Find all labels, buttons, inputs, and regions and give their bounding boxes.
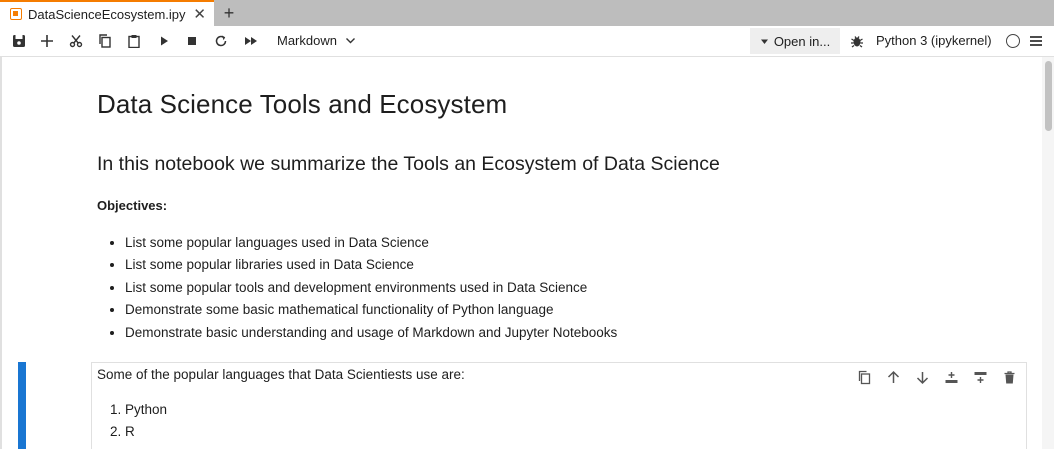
cell-toolbar	[854, 367, 1024, 387]
list-item: R	[125, 423, 167, 445]
notebook-panel: Data Science Tools and Ecosystem In this…	[0, 57, 1054, 449]
move-up-icon[interactable]	[883, 367, 903, 387]
active-cell-indicator[interactable]	[18, 362, 26, 449]
move-down-icon[interactable]	[912, 367, 932, 387]
notebook-title: Data Science Tools and Ecosystem	[97, 89, 508, 119]
languages-list: Python R	[125, 401, 167, 446]
scrollbar-thumb[interactable]	[1045, 61, 1052, 131]
cell-text: Some of the popular languages that Data …	[97, 367, 465, 382]
restart-icon[interactable]	[212, 32, 230, 50]
stop-icon[interactable]	[183, 32, 201, 50]
list-item: Python	[125, 401, 167, 423]
add-cell-icon[interactable]	[38, 32, 56, 50]
debugger-icon[interactable]	[848, 32, 866, 50]
list-item: Demonstrate basic understanding and usag…	[125, 324, 617, 346]
cell-type-label: Markdown	[277, 33, 337, 48]
caret-down-icon	[760, 39, 768, 44]
save-icon[interactable]	[10, 32, 28, 50]
new-tab-button[interactable]: +	[218, 2, 240, 24]
objectives-list: List some popular languages used in Data…	[125, 234, 617, 346]
notebook-toolbar: Markdown Open in... Python 3 (ipykernel)	[0, 26, 1054, 57]
copy-icon[interactable]	[96, 32, 114, 50]
list-item: List some popular libraries used in Data…	[125, 256, 617, 278]
cell-type-dropdown[interactable]: Markdown	[277, 33, 356, 48]
run-icon[interactable]	[155, 32, 173, 50]
notebook-file-icon	[10, 8, 22, 20]
insert-above-icon[interactable]	[941, 367, 961, 387]
cut-icon[interactable]	[67, 32, 85, 50]
list-item: List some popular tools and development …	[125, 279, 617, 301]
scrollbar[interactable]	[1042, 57, 1054, 449]
close-icon[interactable]: ✕	[193, 5, 206, 23]
notebook-tab[interactable]: DataScienceEcosystem.ipy ✕	[0, 0, 214, 26]
objectives-label: Objectives:	[97, 198, 168, 213]
list-item: List some popular languages used in Data…	[125, 234, 617, 256]
tab-title: DataScienceEcosystem.ipy	[28, 6, 186, 22]
insert-below-icon[interactable]	[970, 367, 990, 387]
open-in-label: Open in...	[773, 33, 831, 49]
kernel-name[interactable]: Python 3 (ipykernel)	[876, 33, 992, 48]
duplicate-cell-icon[interactable]	[854, 367, 874, 387]
kernel-status-icon	[1006, 34, 1020, 48]
open-in-button[interactable]: Open in...	[750, 28, 840, 54]
tab-bar: DataScienceEcosystem.ipy ✕ +	[0, 0, 1054, 26]
chevron-down-icon	[345, 38, 355, 44]
run-all-icon[interactable]	[242, 32, 260, 50]
notebook-intro-heading: In this notebook we summarize the Tools …	[97, 153, 720, 175]
delete-cell-icon[interactable]	[999, 367, 1019, 387]
paste-icon[interactable]	[125, 32, 143, 50]
list-item: Demonstrate some basic mathematical func…	[125, 301, 617, 323]
menu-icon[interactable]	[1027, 32, 1045, 50]
